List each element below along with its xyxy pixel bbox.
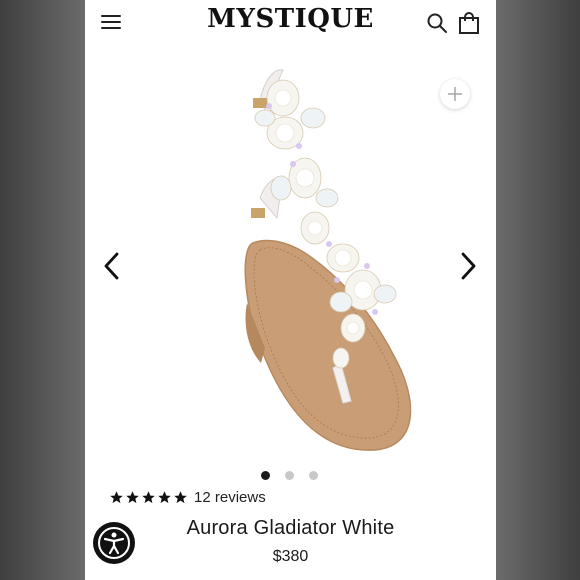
background-right — [496, 0, 580, 580]
product-gallery — [85, 48, 496, 468]
accessibility-button[interactable] — [93, 522, 135, 564]
star-icon — [126, 490, 139, 503]
plus-icon — [448, 87, 462, 101]
background-left — [0, 0, 85, 580]
chevron-left-icon — [104, 252, 119, 280]
sandal-product-image — [244, 69, 412, 451]
pagination-dot-2[interactable] — [285, 471, 294, 480]
reviews-count-link[interactable]: 12 reviews — [194, 489, 266, 506]
chevron-right-icon — [461, 252, 476, 280]
star-icon — [174, 490, 187, 503]
pagination-dot-3[interactable] — [309, 471, 318, 480]
product-title: Aurora Gladiator White — [186, 517, 395, 539]
zoom-button[interactable] — [440, 79, 470, 109]
phone-screen: MYSTIQUE 12 reviews Aurora Gladiator Whi… — [85, 0, 496, 580]
accessibility-icon — [98, 527, 130, 559]
product-rating[interactable]: 12 reviews — [109, 487, 266, 507]
gallery-pagination — [261, 471, 321, 483]
shopping-bag-icon[interactable] — [458, 12, 480, 34]
star-icon — [142, 490, 155, 503]
search-icon[interactable] — [426, 12, 448, 34]
next-image-button[interactable] — [458, 251, 478, 281]
previous-image-button[interactable] — [102, 251, 122, 281]
top-header: MYSTIQUE — [85, 0, 496, 49]
star-icon — [110, 490, 123, 503]
star-icon — [158, 490, 171, 503]
pagination-dot-1[interactable] — [261, 471, 270, 480]
product-price: $380 — [272, 548, 309, 565]
